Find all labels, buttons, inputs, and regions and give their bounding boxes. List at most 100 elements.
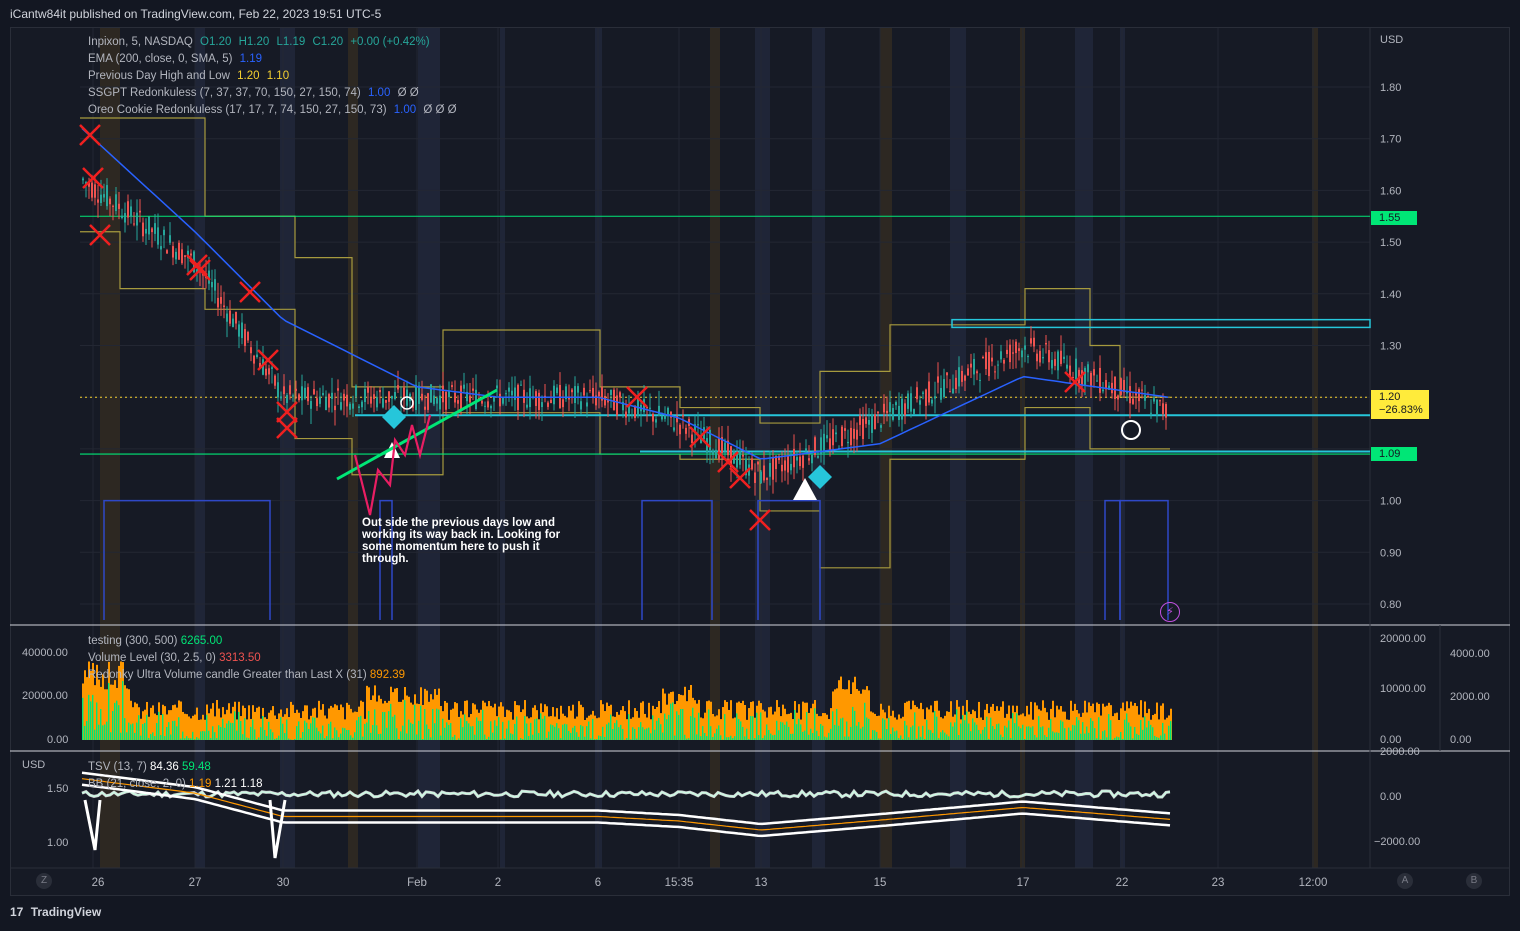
candle-body — [268, 368, 270, 375]
candle-body — [211, 281, 213, 288]
volume-bar-green — [806, 712, 808, 740]
volume-bar-green — [936, 716, 938, 740]
volume-bar-green — [1014, 723, 1016, 740]
session-band — [500, 28, 505, 868]
volume-bar-green — [362, 736, 364, 740]
candle-body — [865, 417, 867, 424]
candle-body — [1039, 350, 1041, 363]
volume-bar-green — [160, 735, 162, 740]
legend-pdhl-row[interactable]: Previous Day High and Low 1.20 1.10 — [88, 68, 461, 85]
volume-bar-green — [480, 721, 482, 740]
volume-bar-green — [534, 719, 536, 740]
volume-bar-green — [1058, 732, 1060, 740]
candle-body — [757, 461, 759, 465]
legend-testing-row[interactable]: testing (300, 500) 6265.00 — [88, 633, 405, 650]
price-tick-label: 1.80 — [1380, 82, 1401, 94]
b-button[interactable]: B — [1466, 873, 1482, 889]
volume-bar-green — [112, 711, 114, 740]
volume-bar-green — [968, 723, 970, 740]
legend-bb-row[interactable]: BB (21, close, 2, 0) 1.19 1.21 1.18 — [88, 776, 263, 793]
volume-bar-orange — [730, 700, 732, 740]
volume-bar-green — [788, 726, 790, 740]
volume-bar-orange — [1024, 716, 1026, 740]
candle-body — [247, 332, 249, 341]
volume-bar-green — [812, 732, 814, 740]
volume-bar-green — [1158, 737, 1160, 740]
candle-body — [1120, 378, 1122, 395]
sell-x-mark — [79, 124, 101, 146]
volume-bar-green — [1012, 713, 1014, 740]
volume-bar-green — [464, 714, 466, 740]
volume-bar-orange — [246, 719, 248, 740]
lightning-icon[interactable]: ⚡ — [1160, 602, 1180, 622]
volume-bar-green — [86, 721, 88, 740]
candle-body — [796, 457, 798, 461]
legend-ssgpt-extra: Ø Ø — [397, 87, 419, 99]
legend-volume-level-value: 3313.50 — [219, 652, 261, 664]
candle-body — [421, 393, 423, 400]
volume-bar-green — [342, 727, 344, 740]
legend-volume-level-row[interactable]: Volume Level (30, 2.5, 0) 3313.50 — [88, 650, 405, 667]
volume-bar-green — [508, 720, 510, 740]
volume-bar-green — [640, 722, 642, 740]
volume-bar-green — [146, 714, 148, 740]
legend-tsv-row[interactable]: TSV (13, 7) 84.36 59.48 — [88, 759, 263, 776]
legend-bb-v3: 1.18 — [240, 778, 263, 790]
volume-bar-green — [324, 738, 326, 740]
time-axis-labels: 26 27 30 Feb 2 6 15:35 13 15 17 22 23 12:00 — [92, 877, 1328, 889]
volume-bar-green — [1160, 735, 1162, 740]
volume-bar-orange — [916, 706, 918, 740]
volume-bar-green — [142, 724, 144, 740]
candle-body — [811, 454, 813, 464]
candle-body — [1003, 359, 1005, 364]
volume-bar-green — [172, 720, 174, 740]
candle-body — [712, 451, 714, 455]
candle-body — [157, 227, 159, 245]
volume-bar-green — [988, 738, 990, 740]
candle-body — [931, 399, 933, 404]
volume-bar-orange — [578, 701, 580, 740]
legend-redonky-row[interactable]: Redonky Ultra Volume candle Greater than… — [88, 667, 405, 684]
volume-bar-orange — [1066, 719, 1068, 740]
candle-body — [916, 387, 918, 400]
volume-bar-green — [192, 731, 194, 740]
volume-bar-orange — [406, 695, 408, 740]
volume-bar-green — [940, 732, 942, 740]
volume-bar-green — [652, 715, 654, 740]
volume-bar-orange — [604, 711, 606, 740]
z-button[interactable]: Z — [36, 873, 52, 889]
volume-bar-green — [1044, 735, 1046, 740]
a-button[interactable]: A — [1397, 873, 1413, 889]
volume-bar-green — [1032, 726, 1034, 740]
volume-bar-green — [924, 738, 926, 740]
volume-bar-green — [716, 728, 718, 740]
legend-oreo-row[interactable]: Oreo Cookie Redonkuless (17, 17, 7, 74, … — [88, 102, 461, 119]
candle-body — [172, 246, 174, 258]
price-tick-label: 1.60 — [1380, 185, 1401, 197]
candle-body — [592, 387, 594, 398]
volume-bar-orange — [826, 714, 828, 740]
volume-bar-green — [606, 724, 608, 740]
volume-bar-green — [948, 736, 950, 740]
legend-ema-row[interactable]: EMA (200, close, 0, SMA, 5) 1.19 — [88, 51, 461, 68]
volume-bar-green — [864, 702, 866, 740]
volume-bar-green — [454, 734, 456, 740]
volume-bar-green — [704, 732, 706, 740]
volume-bar-green — [754, 738, 756, 740]
candle-body — [958, 367, 960, 387]
volume-bar-orange — [1002, 701, 1004, 740]
volume-bar-green — [410, 722, 412, 740]
volume-bar-orange — [210, 708, 212, 740]
volume-bar-green — [392, 716, 394, 740]
volume-bar-green — [396, 728, 398, 740]
legend-symbol-row[interactable]: Inpixon, 5, NASDAQ O1.20 H1.20 L1.19 C1.… — [88, 34, 461, 51]
candle-body — [358, 406, 360, 409]
volume-bar-orange — [1160, 705, 1162, 740]
legend-ssgpt-row[interactable]: SSGPT Redonkuless (7, 37, 37, 70, 150, 2… — [88, 85, 461, 102]
volume-bar-green — [1024, 738, 1026, 740]
volume-bar-green — [728, 737, 730, 740]
chart-annotation[interactable]: Out side the previous days low and worki… — [362, 517, 572, 565]
candle-body — [220, 297, 222, 304]
tradingview-logo-icon: 17 — [10, 905, 24, 919]
candle-body — [334, 405, 336, 411]
